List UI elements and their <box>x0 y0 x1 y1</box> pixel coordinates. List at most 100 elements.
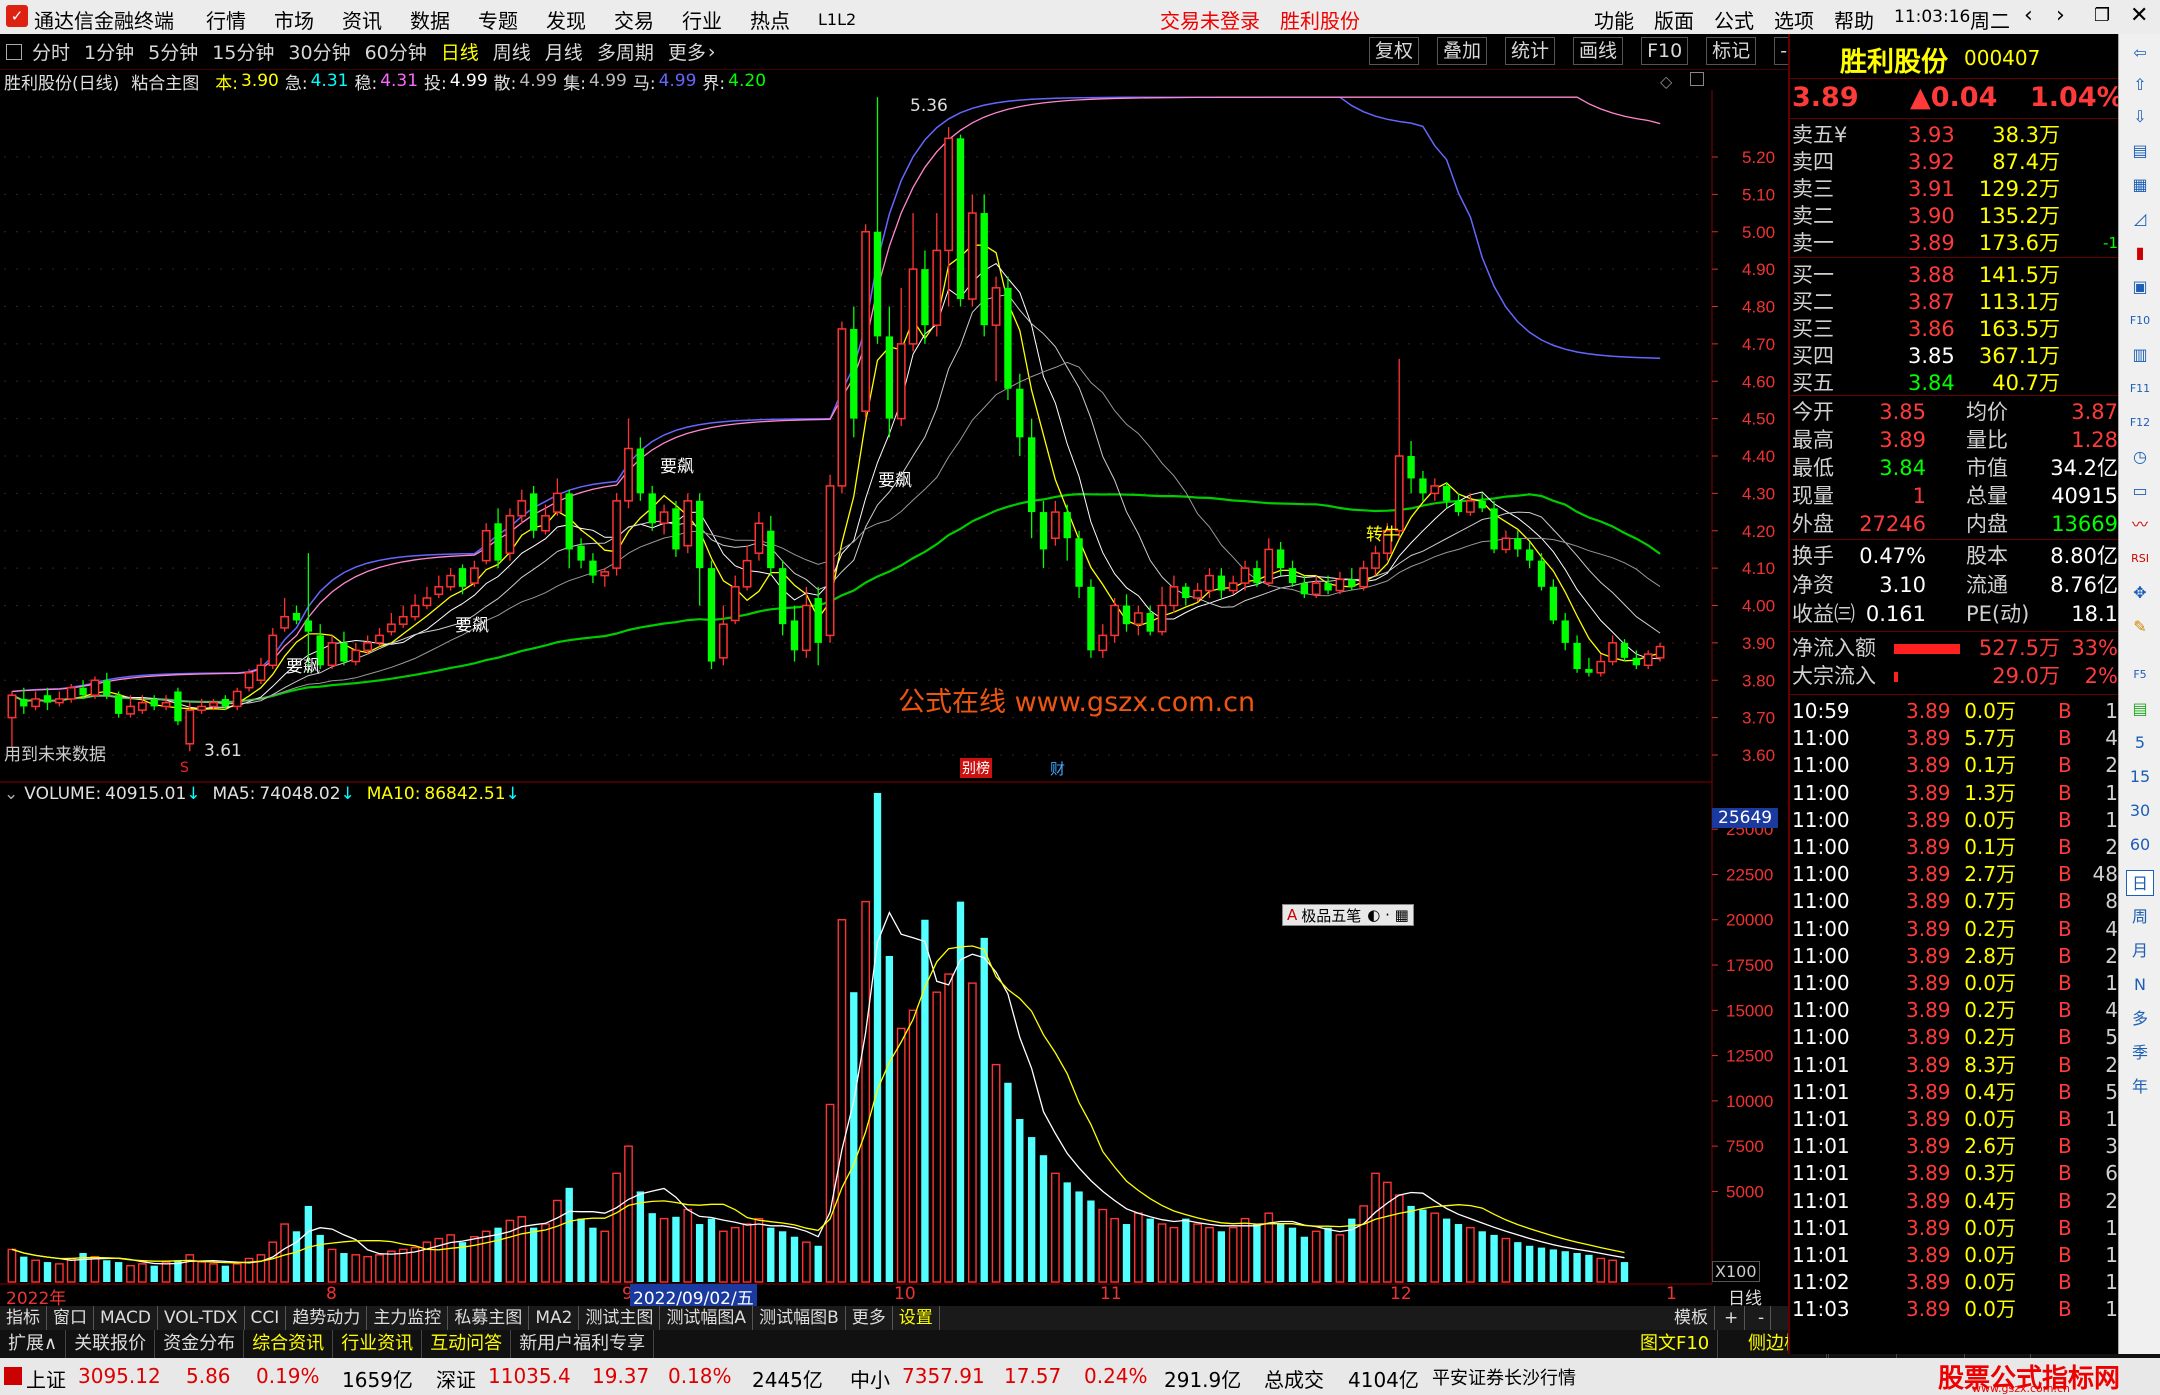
move-icon[interactable]: ✥ <box>2126 580 2154 606</box>
period-button[interactable]: 月 <box>2126 938 2154 964</box>
ask-row[interactable]: 卖五¥ 3.93 38.3万 <box>1790 122 2120 149</box>
bar-icon[interactable]: ▭ <box>2126 478 2154 504</box>
period-tab[interactable]: 5分钟 <box>148 38 198 65</box>
menu-item[interactable]: 市场 <box>274 5 314 34</box>
grid-icon[interactable]: ▥ <box>2126 342 2154 368</box>
tool-button[interactable]: 复权 <box>1369 37 1420 65</box>
layout-toggle-icon[interactable] <box>6 43 22 60</box>
period-button[interactable]: 周 <box>2126 904 2154 930</box>
nav-item[interactable]: 关联报价 <box>66 1330 156 1358</box>
menu-item[interactable]: 公式 <box>1714 5 1754 34</box>
quote-icon[interactable]: ▤ <box>2126 138 2154 164</box>
period-tab[interactable]: 多周期 <box>597 38 654 65</box>
menu-item[interactable]: 版面 <box>1654 5 1694 34</box>
menu-item[interactable]: 发现 <box>546 5 586 34</box>
period-tab[interactable]: 周线 <box>493 38 531 65</box>
chart-small-icon[interactable]: ▤ <box>2126 696 2154 722</box>
close-icon[interactable]: ✕ <box>2130 3 2148 28</box>
f10-alt-icon[interactable]: F11 <box>2126 376 2154 402</box>
finance-marker[interactable]: 财 <box>1050 758 1065 779</box>
period-more[interactable]: 更多 <box>668 38 706 65</box>
left-arrow-icon[interactable]: ⇦ <box>2126 40 2154 66</box>
indicator-tab[interactable]: 测试幅图A <box>660 1306 754 1330</box>
tool-button[interactable]: 叠加 <box>1437 37 1488 65</box>
indicator-tab[interactable]: 测试主图 <box>579 1306 661 1330</box>
indicator-tab[interactable]: 主力监控 <box>367 1306 449 1330</box>
ask-row[interactable]: 卖三 3.91 129.2万 <box>1790 176 2120 203</box>
add-button[interactable]: + <box>1718 1306 1746 1330</box>
down-arrow-icon[interactable]: ⇩ <box>2126 104 2154 130</box>
bid-row[interactable]: 买五 3.84 40.7万 <box>1790 370 2120 397</box>
nav-item[interactable]: 扩展∧ <box>0 1330 67 1358</box>
indicator-tab[interactable]: 更多 <box>846 1306 893 1330</box>
bid-row[interactable]: 买二 3.87 113.1万 <box>1790 289 2120 316</box>
nav-item[interactable]: 新用户福利专享 <box>511 1330 655 1358</box>
menu-item[interactable]: 交易 <box>614 5 654 34</box>
chevron-right-icon[interactable]: › <box>708 41 716 63</box>
f5-icon[interactable]: F5 <box>2126 662 2154 688</box>
tool-button[interactable]: F10 <box>1641 37 1689 65</box>
table-icon[interactable]: ▦ <box>2126 172 2154 198</box>
period-tab[interactable]: 1分钟 <box>84 38 134 65</box>
kline-chart[interactable]: 5.20 5.10 5.00 4.90 4.80 4.70 4.60 4.50 4.40 4.30… <box>0 90 1788 1306</box>
template-button[interactable]: 模板 <box>1668 1306 1715 1330</box>
indicator-tab[interactable]: MA2 <box>529 1306 580 1330</box>
chart-expand-icon[interactable] <box>1690 72 1704 86</box>
period-tab[interactable]: 分时 <box>32 38 70 65</box>
indicator-tab[interactable]: 测试幅图B <box>753 1306 846 1330</box>
menu-item[interactable]: 选项 <box>1774 5 1814 34</box>
sh-label[interactable]: 上证 <box>26 1364 66 1393</box>
period-button[interactable]: 季 <box>2126 1040 2154 1066</box>
tool-button[interactable]: 标记 <box>1706 37 1757 65</box>
tool-button[interactable]: 画线 <box>1573 37 1624 65</box>
forward-icon[interactable]: › <box>2056 3 2065 28</box>
bid-row[interactable]: 买三 3.86 163.5万 <box>1790 316 2120 343</box>
indicator-tab[interactable]: VOL-TDX <box>158 1306 245 1330</box>
chart-options-icon[interactable]: ◇ <box>1660 72 1672 91</box>
period-tab[interactable]: 60分钟 <box>365 38 427 65</box>
five-min-icon[interactable]: 5 <box>2126 730 2154 756</box>
remove-button[interactable]: - <box>1752 1306 1772 1330</box>
settings-tab[interactable]: 设置 <box>893 1306 940 1330</box>
period-button[interactable]: 年 <box>2126 1074 2154 1100</box>
nav-item[interactable]: 行业资讯 <box>333 1330 423 1358</box>
period-button[interactable]: 多 <box>2126 1006 2154 1032</box>
f10-button[interactable]: 图文F10 <box>1632 1330 1719 1358</box>
indicator-tab[interactable]: MACD <box>94 1306 158 1330</box>
zx-label[interactable]: 中小 <box>850 1364 890 1393</box>
event-marker[interactable]: 别榜 <box>960 758 992 778</box>
period-button[interactable]: 日 <box>2126 870 2154 896</box>
nav-item[interactable]: 资金分布 <box>155 1330 245 1358</box>
period-button[interactable]: 60 <box>2126 832 2154 858</box>
sz-label[interactable]: 深证 <box>436 1364 476 1393</box>
menu-item[interactable]: 热点 <box>750 5 790 34</box>
ask-row[interactable]: 卖四 3.92 87.4万 <box>1790 149 2120 176</box>
bid-row[interactable]: 买四 3.85 367.1万 <box>1790 343 2120 370</box>
collapse-icon[interactable]: ⌄ <box>4 784 18 804</box>
menu-item[interactable]: 功能 <box>1594 5 1634 34</box>
indicator-tab[interactable]: CCI <box>245 1306 287 1330</box>
tool-button[interactable]: 统计 <box>1505 37 1556 65</box>
back-icon[interactable]: ‹ <box>2024 3 2033 28</box>
menu-item[interactable]: L1L2 <box>818 10 856 29</box>
up-arrow-icon[interactable]: ⇧ <box>2126 72 2154 98</box>
period-button[interactable]: N <box>2126 972 2154 998</box>
period-tab[interactable]: 月线 <box>545 38 583 65</box>
indicator-tab[interactable]: 窗口 <box>47 1306 94 1330</box>
pen-icon[interactable]: ✎ <box>2126 614 2154 640</box>
rsi-icon[interactable]: RSI <box>2126 546 2154 572</box>
nav-item[interactable]: 互动问答 <box>422 1330 512 1358</box>
macd-icon[interactable]: 〰 <box>2126 512 2154 538</box>
indicator-tab[interactable]: 私募主图 <box>448 1306 530 1330</box>
ask-row[interactable]: 卖二 3.90 135.2万 <box>1790 203 2120 230</box>
f12-icon[interactable]: F12 <box>2126 410 2154 436</box>
restore-icon[interactable]: ❐ <box>2094 5 2110 26</box>
bid-row[interactable]: 买一 3.88 141.5万 <box>1790 262 2120 289</box>
menu-item[interactable]: 专题 <box>478 5 518 34</box>
period-tab[interactable]: 30分钟 <box>288 38 350 65</box>
news-icon[interactable]: ▣ <box>2126 274 2154 300</box>
menu-item[interactable]: 帮助 <box>1834 5 1874 34</box>
ime-toolbar[interactable]: A 极品五笔 ◐ · ▦ <box>1282 904 1414 926</box>
period-button[interactable]: 30 <box>2126 798 2154 824</box>
clock-icon[interactable]: ◷ <box>2126 444 2154 470</box>
